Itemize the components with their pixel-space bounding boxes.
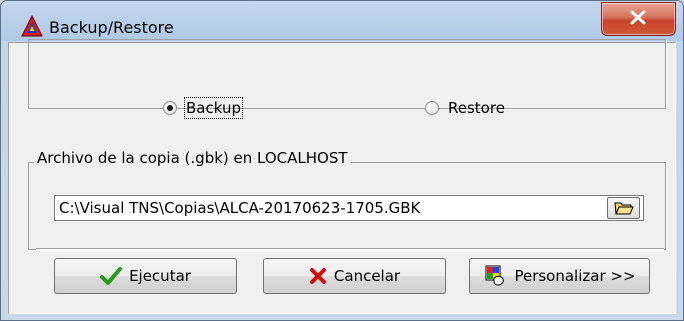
close-button[interactable] <box>601 2 676 36</box>
backup-file-group-caption: Archivo de la copia (.gbk) en LOCALHOST <box>34 149 351 167</box>
customize-button[interactable]: Personalizar >> <box>469 258 650 294</box>
cancel-button[interactable]: Cancelar <box>263 258 446 294</box>
green-check-icon <box>100 266 123 286</box>
mode-panel <box>28 39 666 109</box>
restore-radio[interactable]: Restore <box>425 99 505 117</box>
red-x-icon <box>309 267 327 285</box>
backup-radio-label: Backup <box>184 97 243 119</box>
button-separator <box>36 248 664 250</box>
app-logo-icon <box>21 14 43 37</box>
browse-button[interactable] <box>607 197 640 219</box>
backup-radio[interactable]: Backup <box>163 97 243 119</box>
close-icon <box>630 10 646 25</box>
title-bar[interactable]: Backup/Restore <box>1 1 683 41</box>
restore-radio-label: Restore <box>448 99 505 117</box>
radio-unselected-icon[interactable] <box>425 101 439 115</box>
folder-open-icon <box>613 202 634 214</box>
customize-button-label: Personalizar >> <box>514 267 636 285</box>
radio-selected-icon[interactable] <box>163 101 177 115</box>
execute-button[interactable]: Ejecutar <box>54 258 237 294</box>
backup-file-path-input[interactable]: C:\Visual TNS\Copias\ALCA-20170623-1705.… <box>54 195 644 221</box>
execute-button-label: Ejecutar <box>129 267 191 285</box>
palette-icon <box>483 264 507 288</box>
window-title: Backup/Restore <box>49 18 174 37</box>
cancel-button-label: Cancelar <box>333 267 401 285</box>
